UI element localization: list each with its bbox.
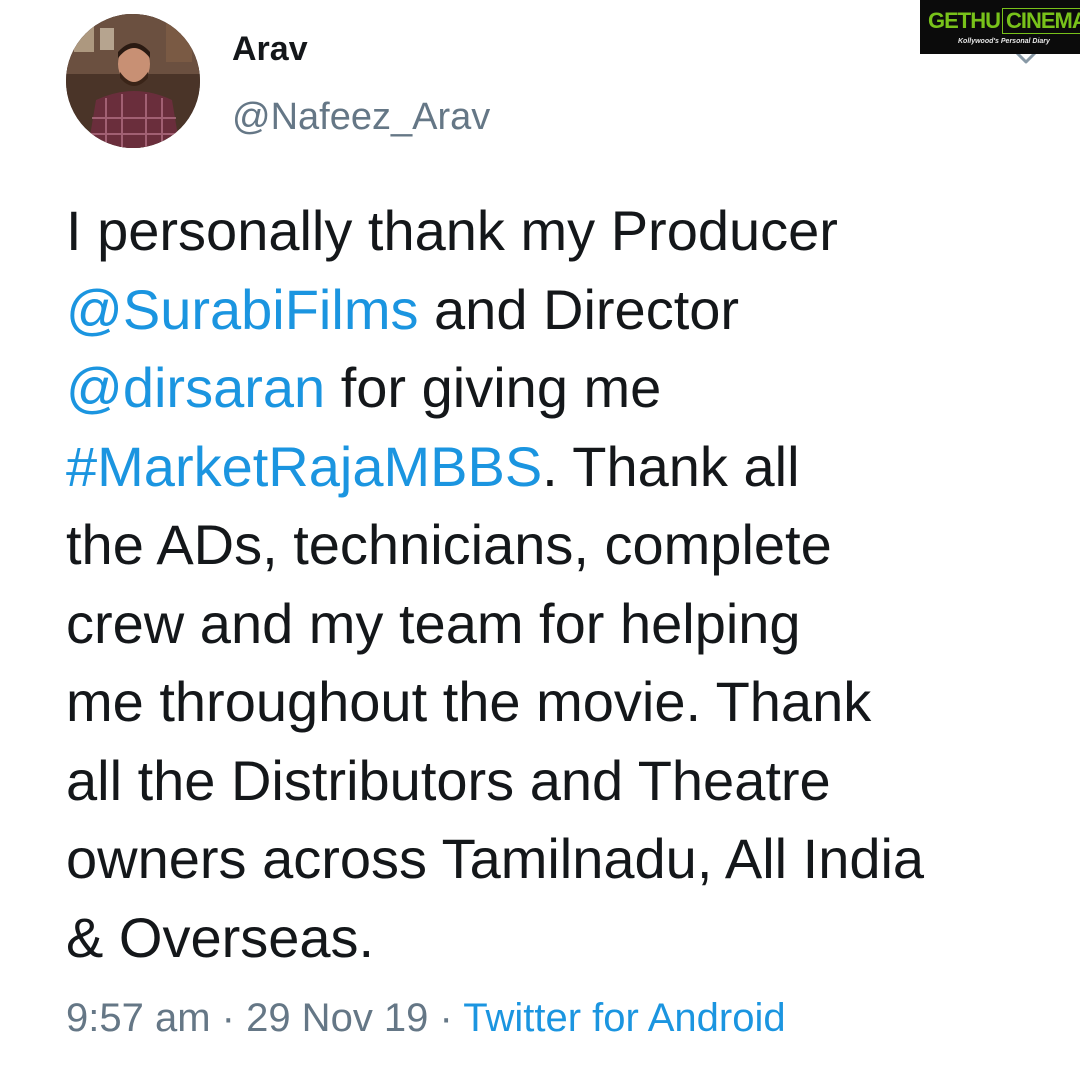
tweet-text: I personally thank my Producer @SurabiFil… [66,192,1056,977]
tweet-date[interactable]: 29 Nov 19 [246,996,428,1040]
tweet-line: me throughout the movie. Thank [66,663,1056,742]
watermark-logo: GETHU CINEMA Kollywood's Personal Diary [920,0,1080,54]
tweet-line: the ADs, technicians, complete [66,506,1056,585]
tweet-time[interactable]: 9:57 am [66,996,211,1040]
tweet-meta: 9:57 am · 29 Nov 19 · Twitter for Androi… [66,996,786,1041]
watermark-word-1: GETHU [928,8,1001,33]
mention-link[interactable]: @dirsaran [66,356,325,419]
hashtag-link[interactable]: #MarketRajaMBBS [66,435,542,498]
tweet-line: @dirsaran for giving me [66,349,1056,428]
tweet-line: #MarketRajaMBBS. Thank all [66,428,1056,507]
tweet-text-segment: all the Distributors and Theatre [66,748,831,812]
mention-link[interactable]: @SurabiFilms [66,278,418,341]
tweet-text-segment: I personally thank my Producer [66,199,838,262]
tweet-source-link[interactable]: Twitter for Android [463,996,785,1040]
tweet-text-segment: . Thank all [542,434,800,498]
user-handle[interactable]: @Nafeez_Arav [232,96,490,139]
avatar[interactable] [66,14,200,148]
tweet-line: crew and my team for helping [66,585,1056,664]
tweet-line: owners across Tamilnadu, All India [66,820,1056,899]
tweet-text-segment: & Overseas. [66,905,375,969]
tweet-line: all the Distributors and Theatre [66,742,1056,821]
tweet-text-segment: the ADs, technicians, complete [66,513,832,576]
tweet-line: & Overseas. [66,899,1056,978]
display-name[interactable]: Arav [232,30,308,69]
tweet-text-segment: for giving me [325,356,662,419]
tweet-line: @SurabiFilms and Director [66,271,1056,350]
tweet-line: I personally thank my Producer [66,192,1056,271]
tweet-text-segment: crew and my team for helping [66,591,801,655]
meta-separator: · [428,996,464,1040]
meta-separator: · [210,996,247,1040]
tweet-text-segment: owners across Tamilnadu, All India [66,827,925,890]
watermark-tagline: Kollywood's Personal Diary [958,38,1050,45]
tweet-text-segment: me throughout the movie. Thank [66,670,872,733]
tweet-text-segment: and Director [418,277,740,341]
profile-photo [66,14,200,148]
watermark-word-2: CINEMA [1002,8,1080,34]
